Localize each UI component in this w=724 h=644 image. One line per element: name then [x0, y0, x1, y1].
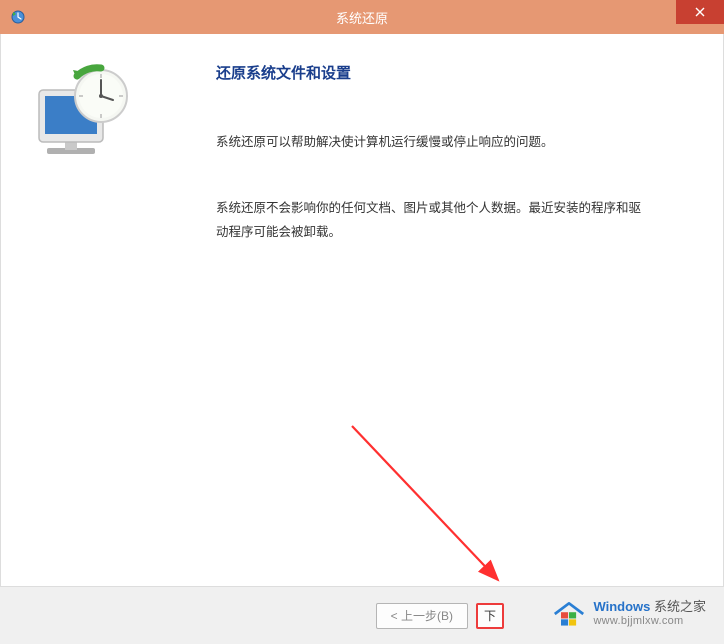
- content-panel: 还原系统文件和设置 系统还原可以帮助解决使计算机运行缓慢或停止响应的问题。 系统…: [186, 34, 723, 586]
- back-button[interactable]: < 上一步(B): [376, 603, 468, 629]
- windows-logo-icon: [551, 598, 587, 630]
- watermark-brand-suffix: 系统之家: [650, 599, 706, 614]
- watermark-url: www.bjjmlxw.com: [593, 615, 706, 628]
- app-icon: [10, 9, 26, 25]
- watermark: Windows 系统之家 www.bjjmlxw.com: [551, 598, 706, 630]
- watermark-text: Windows 系统之家 www.bjjmlxw.com: [593, 600, 706, 628]
- window-title: 系统还原: [336, 8, 388, 27]
- description-paragraph-2: 系统还原不会影响你的任何文档、图片或其他个人数据。最近安装的程序和驱动程序可能会…: [216, 197, 653, 245]
- close-button[interactable]: [676, 0, 724, 24]
- window-body: 还原系统文件和设置 系统还原可以帮助解决使计算机运行缓慢或停止响应的问题。 系统…: [0, 34, 724, 586]
- watermark-brand-prefix: Windows: [593, 599, 650, 614]
- next-button[interactable]: 下: [476, 603, 504, 629]
- page-heading: 还原系统文件和设置: [216, 62, 653, 83]
- description-paragraph-1: 系统还原可以帮助解决使计算机运行缓慢或停止响应的问题。: [216, 131, 653, 155]
- titlebar: 系统还原: [0, 0, 724, 34]
- watermark-brand: Windows 系统之家: [593, 600, 706, 615]
- side-panel: [1, 34, 186, 586]
- close-icon: [695, 7, 705, 17]
- system-restore-icon: [29, 62, 139, 172]
